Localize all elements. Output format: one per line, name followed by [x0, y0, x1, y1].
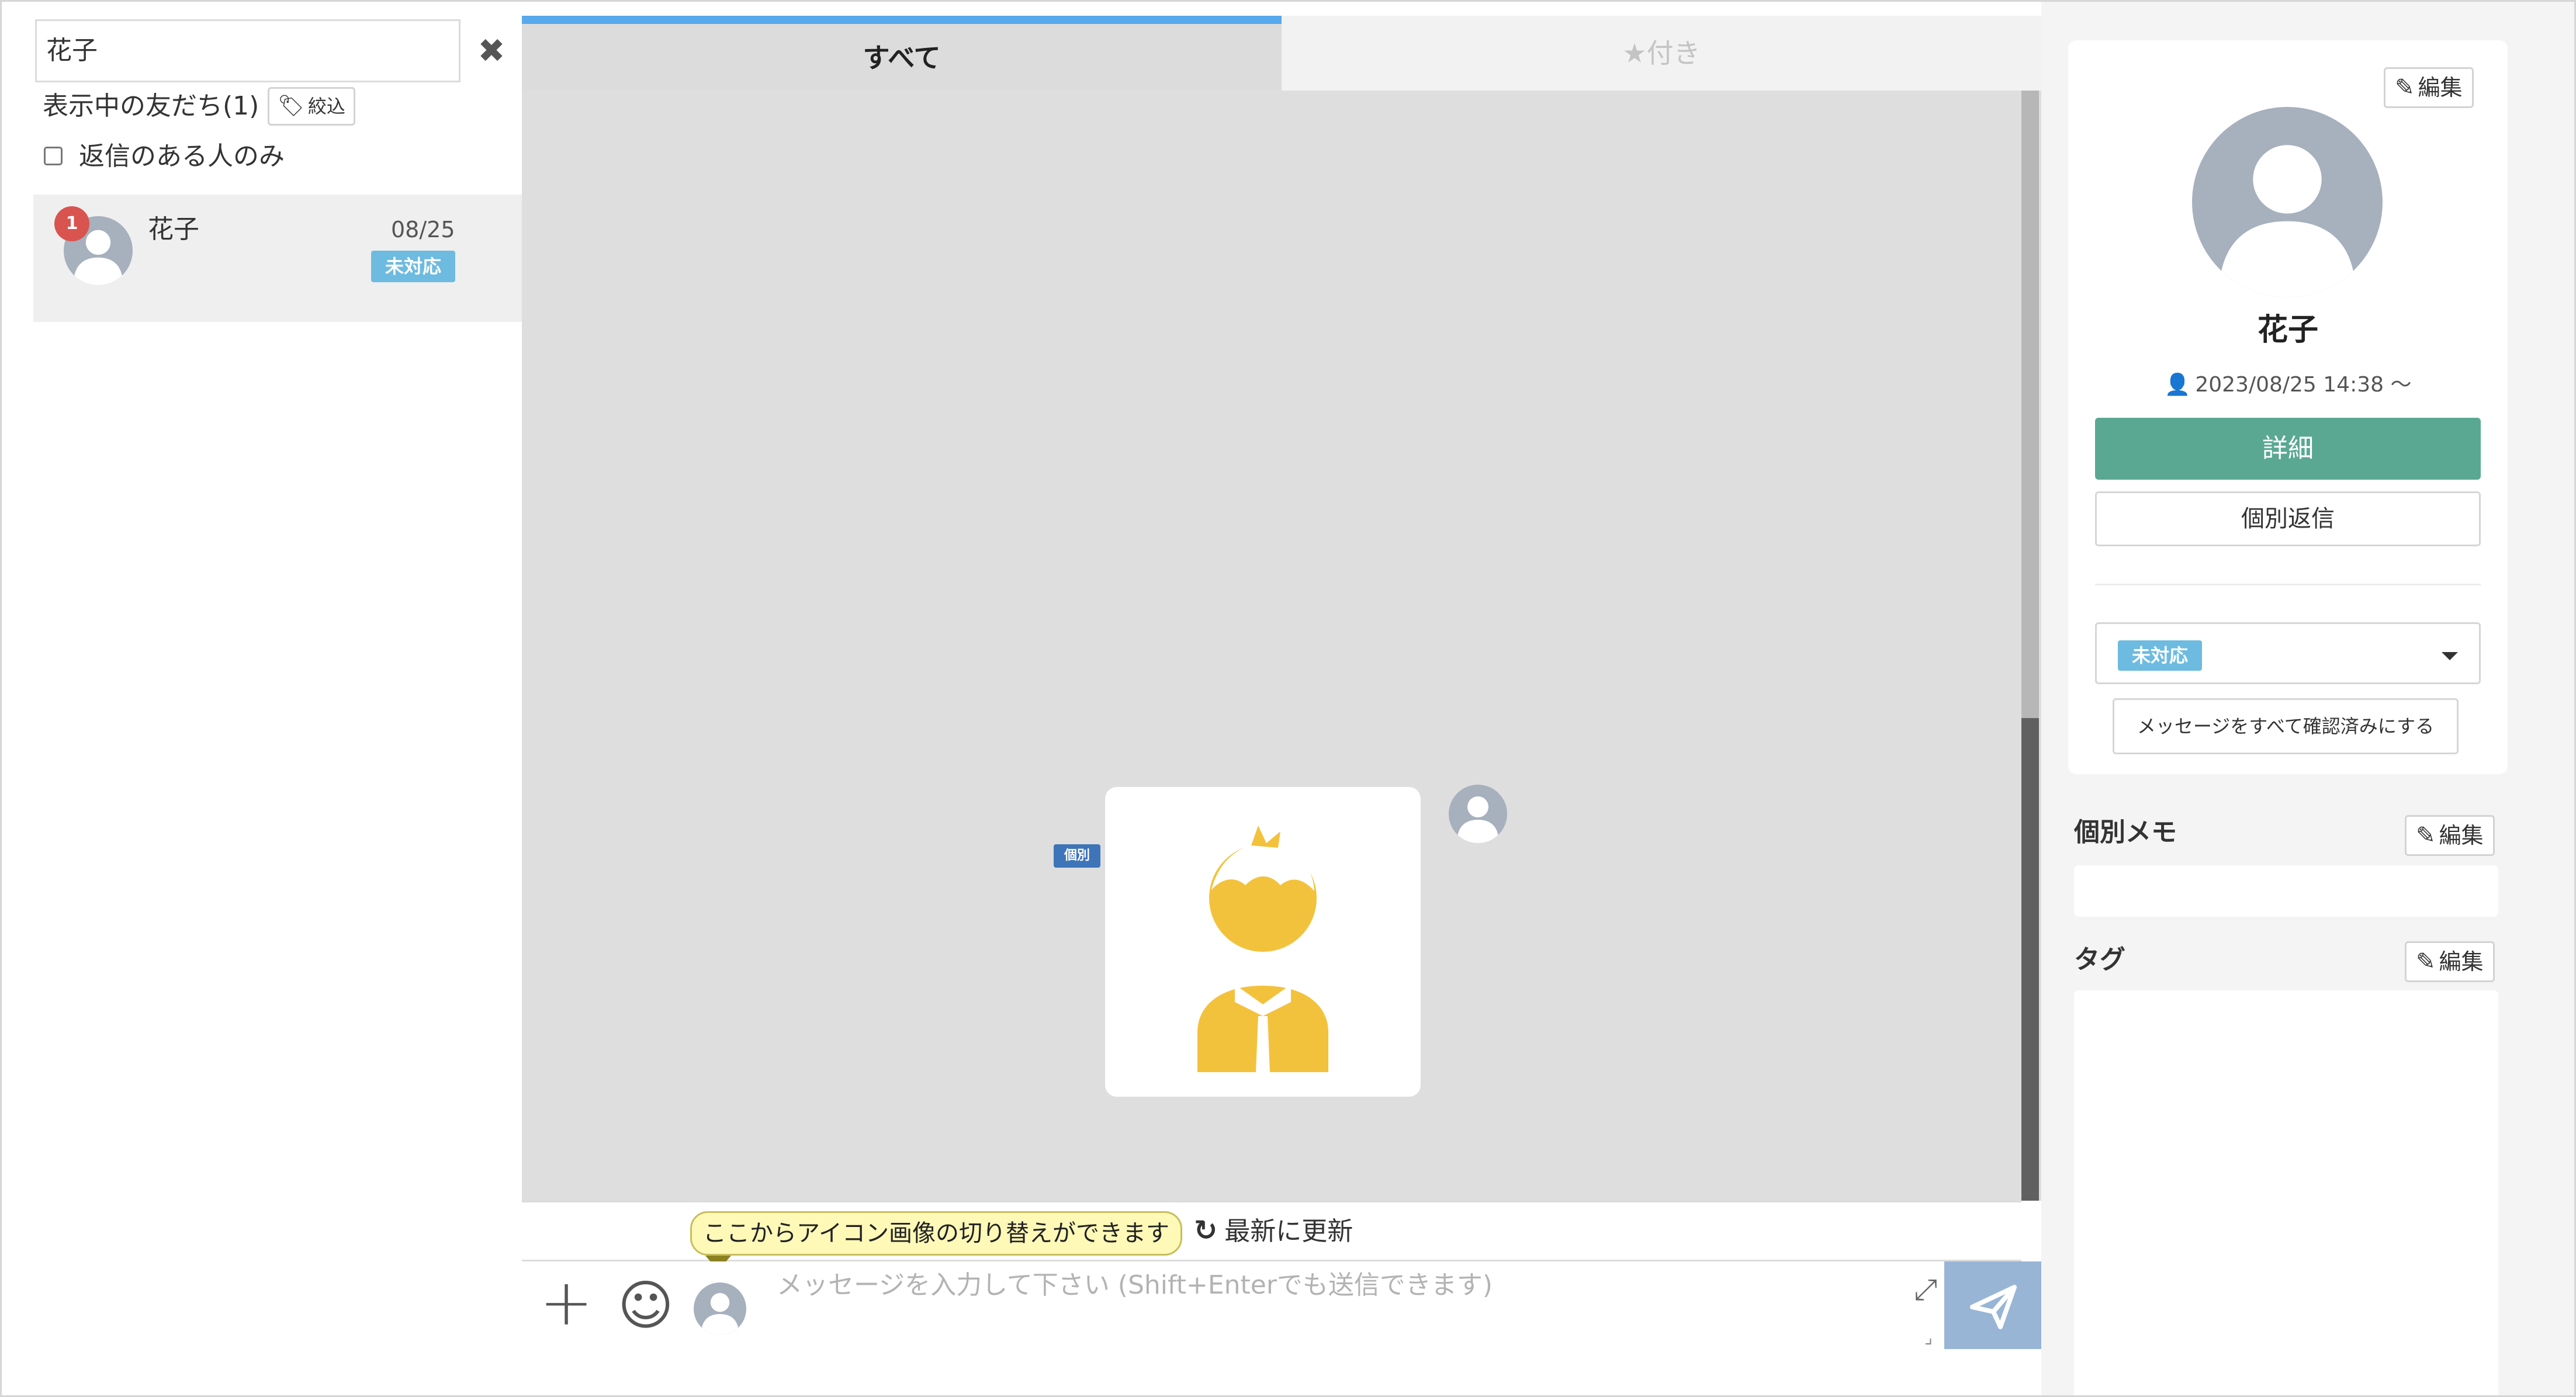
refresh-label: 最新に更新 — [1224, 1216, 1353, 1246]
user-silhouette-icon — [1457, 796, 1499, 843]
edit-tags-button[interactable]: ✎ 編集 — [2405, 941, 2495, 982]
friend-list-panel: 花子 ✖ 表示中の友だち(1) 🏷 絞込 返信のある人のみ 1 花子 08/25 … — [2, 2, 522, 1395]
friend-list-item[interactable]: 1 花子 08/25 未対応 — [33, 195, 522, 322]
edit-icon: ✎ — [2395, 74, 2415, 101]
mark-all-read-button[interactable]: メッセージをすべて確認済みにする — [2113, 698, 2459, 754]
tab-all[interactable]: すべて — [522, 16, 1282, 91]
tag-list — [2074, 990, 2498, 1395]
edit-profile-button[interactable]: ✎ 編集 — [2384, 67, 2474, 108]
friend-search-input[interactable]: 花子 — [35, 19, 461, 82]
add-attachment-button[interactable]: + — [539, 1270, 593, 1334]
sender-icon-switch-button[interactable] — [694, 1282, 746, 1335]
message-type-tag: 個別 — [1054, 844, 1100, 868]
reply-only-label: 返信のある人のみ — [79, 141, 285, 171]
message-input[interactable] — [767, 1261, 1907, 1349]
message-tabs: すべて ★付き — [522, 16, 2041, 91]
memo-content — [2074, 865, 2498, 917]
paper-plane-icon — [1970, 1285, 2017, 1329]
tag-section-title: タグ — [2074, 945, 2125, 975]
edit-label: 編集 — [2439, 823, 2484, 848]
status-select[interactable]: 未対応 — [2095, 622, 2481, 684]
status-badge: 未対応 — [2118, 640, 2202, 671]
edit-icon: ✎ — [2416, 822, 2436, 849]
divider — [2095, 584, 2481, 585]
detail-button[interactable]: 詳細 — [2095, 418, 2481, 480]
user-icon: 👤 — [2164, 373, 2191, 397]
friend-since: 👤 2023/08/25 14:38 〜 — [2068, 368, 2508, 403]
edit-icon: ✎ — [2416, 948, 2436, 975]
friend-since-value: 2023/08/25 14:38 〜 — [2195, 373, 2412, 397]
sender-avatar — [1449, 785, 1507, 843]
reply-only-checkbox[interactable] — [44, 147, 63, 165]
tab-starred[interactable]: ★付き — [1282, 16, 2041, 91]
emoji-button[interactable]: ☺ — [618, 1278, 674, 1334]
profile-name: 花子 — [2257, 313, 2318, 348]
status-badge: 未対応 — [371, 251, 455, 282]
memo-title: 個別メモ — [2074, 817, 2177, 847]
profile-panel: ✎ 編集 花子 👤 2023/08/25 14:38 〜 詳細 個別返信 未対応 メ… — [2041, 2, 2574, 1395]
edit-memo-button[interactable]: ✎ 編集 — [2405, 815, 2495, 856]
icon-switch-tooltip: ここからアイコン画像の切り替えができます — [690, 1211, 1182, 1256]
app-window: 花子 ✖ 表示中の友だち(1) 🏷 絞込 返信のある人のみ 1 花子 08/25 … — [0, 0, 2576, 1397]
chat-scrollbar-thumb[interactable] — [2021, 718, 2039, 1201]
expand-icon[interactable]: ⤢ — [1908, 1272, 1943, 1307]
individual-reply-button[interactable]: 個別返信 — [2095, 491, 2481, 546]
refresh-button[interactable]: ↻ 最新に更新 — [1194, 1211, 1353, 1250]
message-composer: + ☺ ⤢ ⌟ — [522, 1261, 2041, 1349]
chevron-down-icon — [2442, 652, 2458, 660]
friend-name: 花子 — [148, 214, 199, 244]
sticker-message[interactable] — [1105, 787, 1421, 1097]
friends-count-label: 表示中の友だち(1) — [43, 91, 259, 121]
unread-count-badge: 1 — [54, 206, 89, 241]
boy-character-icon — [1197, 826, 1328, 1072]
send-button[interactable] — [1944, 1261, 2041, 1349]
filter-button[interactable]: 🏷 絞込 — [268, 87, 355, 126]
resize-grip-icon[interactable]: ⌟ — [1924, 1329, 1942, 1347]
user-silhouette-icon — [2218, 145, 2356, 297]
refresh-icon: ↻ — [1194, 1214, 1218, 1247]
edit-label: 編集 — [2418, 75, 2463, 100]
profile-avatar — [2192, 107, 2383, 297]
friend-last-date: 08/25 — [391, 217, 455, 242]
tag-icon: 🏷 — [278, 94, 304, 118]
profile-card: ✎ 編集 花子 👤 2023/08/25 14:38 〜 詳細 個別返信 未対応 メ… — [2068, 40, 2508, 774]
user-silhouette-icon — [701, 1293, 739, 1335]
filter-button-label: 絞込 — [307, 95, 345, 117]
clear-search-icon[interactable]: ✖ — [474, 31, 509, 72]
edit-label: 編集 — [2439, 949, 2484, 975]
